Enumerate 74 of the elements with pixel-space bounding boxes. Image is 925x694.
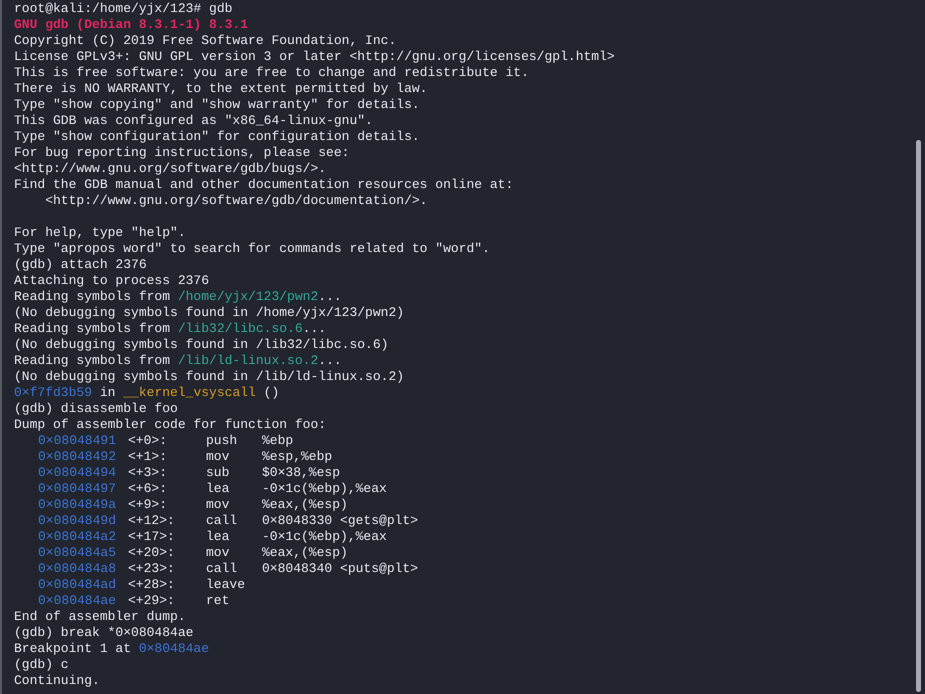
terminal-line: root@kali:/home/yjx/123# gdb xyxy=(14,1,232,17)
instruction-operands: 0×8048330 <gets@plt> xyxy=(262,513,418,529)
terminal-line: Reading symbols from /home/yjx/123/pwn2... xyxy=(14,289,342,305)
instruction-operands: 0×8048340 <puts@plt> xyxy=(262,561,418,577)
terminal-line: Type "apropos word" to search for commands related to "word". xyxy=(14,241,490,257)
instruction-operands: %eax,(%esp) xyxy=(262,497,348,513)
instruction-address: 0×08048492 xyxy=(38,449,116,464)
instruction-offset: <+17>: xyxy=(128,529,175,544)
instruction-mnemonic: call xyxy=(206,513,238,528)
instruction-offset: <+20>: xyxy=(128,545,175,560)
instruction-offset: <+6>: xyxy=(128,481,168,496)
instruction-address: 0×080484a2 xyxy=(38,529,116,544)
terminal-line: <http://www.gnu.org/software/gdb/bugs/>. xyxy=(14,161,326,177)
terminal-line: 0×f7fd3b59 in __kernel_vsyscall () xyxy=(14,385,280,401)
terminal-line: There is NO WARRANTY, to the extent permitted by law. xyxy=(14,81,428,97)
instruction-operands: $0×38,%esp xyxy=(262,465,340,481)
terminal-line: Type "show configuration" for configuration details. xyxy=(14,129,420,145)
terminal-line: Dump of assembler code for function foo: xyxy=(14,417,326,433)
instruction-mnemonic: ret xyxy=(206,593,230,608)
instruction-offset: <+28>: xyxy=(128,577,175,592)
terminal-line: Continuing. xyxy=(14,673,100,689)
instruction-address: 0×0804849d xyxy=(38,513,116,528)
terminal-line: (No debugging symbols found in /lib/ld-linux.so.2) xyxy=(14,369,404,385)
terminal-line: Reading symbols from /lib/ld-linux.so.2... xyxy=(14,353,342,369)
terminal-line: Type "show copying" and "show warranty" for details. xyxy=(14,97,420,113)
instruction-address: 0×0804849a xyxy=(38,497,116,512)
instruction-offset: <+3>: xyxy=(128,465,168,480)
instruction-offset: <+29>: xyxy=(128,593,175,608)
terminal-line: Copyright (C) 2019 Free Software Foundation, Inc. xyxy=(14,33,396,49)
terminal-line: Reading symbols from /lib32/libc.so.6... xyxy=(14,321,326,337)
instruction-address: 0×080484a8 xyxy=(38,561,116,576)
instruction-address: 0×08048494 xyxy=(38,465,116,480)
terminal-line: End of assembler dump. xyxy=(14,609,186,625)
instruction-address: 0×080484ad xyxy=(38,577,116,592)
instruction-mnemonic: lea xyxy=(206,529,230,544)
instruction-address: 0×08048491 xyxy=(38,433,116,448)
terminal-line: (gdb) attach 2376 xyxy=(14,257,147,273)
terminal-line: This is free software: you are free to change and redistribute it. xyxy=(14,65,529,81)
terminal-line: Find the GDB manual and other documentation resources online at: xyxy=(14,177,514,193)
instruction-mnemonic: lea xyxy=(206,481,230,496)
instruction-mnemonic: call xyxy=(206,561,238,576)
instruction-mnemonic: leave xyxy=(206,577,246,592)
instruction-address: 0×080484ae xyxy=(38,593,116,608)
instruction-offset: <+23>: xyxy=(128,561,175,576)
instruction-mnemonic: mov xyxy=(206,449,230,464)
terminal-line: (gdb) disassemble foo xyxy=(14,401,178,417)
instruction-mnemonic: mov xyxy=(206,545,230,560)
instruction-address: 0×08048497 xyxy=(38,481,116,496)
instruction-offset: <+0>: xyxy=(128,433,168,448)
instruction-mnemonic: sub xyxy=(206,465,230,480)
instruction-operands: -0×1c(%ebp),%eax xyxy=(262,529,387,545)
terminal-line: (gdb) break *0×080484ae xyxy=(14,625,194,641)
terminal-line: Breakpoint 1 at 0×80484ae xyxy=(14,641,210,657)
instruction-offset: <+9>: xyxy=(128,497,168,512)
instruction-address: 0×080484a5 xyxy=(38,545,116,560)
terminal-line: This GDB was configured as "x86_64-linux-gnu". xyxy=(14,113,373,129)
terminal-line: (gdb) c xyxy=(14,657,69,673)
instruction-mnemonic: mov xyxy=(206,497,230,512)
instruction-offset: <+12>: xyxy=(128,513,175,528)
instruction-mnemonic: push xyxy=(206,433,238,448)
terminal-line: (No debugging symbols found in /home/yjx/123/pwn2) xyxy=(14,305,404,321)
terminal-line: Attaching to process 2376 xyxy=(14,273,210,289)
terminal-line: (No debugging symbols found in /lib32/libc.so.6) xyxy=(14,337,388,353)
terminal-line: License GPLv3+: GNU GPL version 3 or later <http://gnu.org/licenses/gpl.html> xyxy=(14,49,615,65)
instruction-operands: -0×1c(%ebp),%eax xyxy=(262,481,387,497)
instruction-operands: %eax,(%esp) xyxy=(262,545,348,561)
instruction-offset: <+1>: xyxy=(128,449,168,464)
instruction-operands: %ebp xyxy=(262,433,294,449)
scrollbar-thumb[interactable] xyxy=(916,140,920,692)
terminal-line: For bug reporting instructions, please see: xyxy=(14,145,350,161)
terminal-line: For help, type "help". xyxy=(14,225,186,241)
instruction-operands: %esp,%ebp xyxy=(262,449,332,465)
terminal-line: GNU gdb (Debian 8.3.1-1) 8.3.1 xyxy=(14,17,248,33)
terminal-line: <http://www.gnu.org/software/gdb/documentation/>. xyxy=(44,193,428,209)
